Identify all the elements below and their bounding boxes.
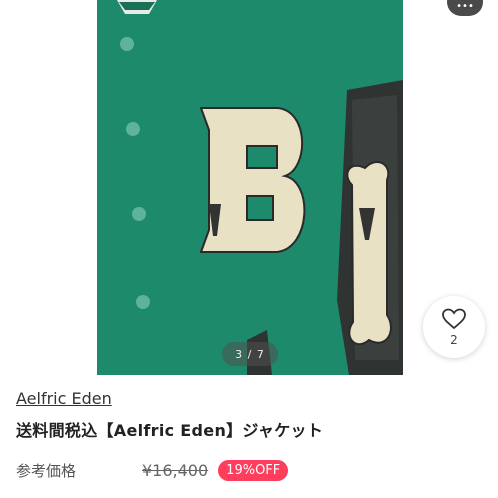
more-icon: ••• <box>456 1 474 12</box>
heart-icon <box>442 308 466 330</box>
product-image-gallery[interactable]: ••• 3 / 7 2 <box>0 0 498 378</box>
favorite-count: 2 <box>450 333 458 347</box>
discount-badge: 19%OFF <box>218 459 289 481</box>
brand-link[interactable]: Aelfric Eden <box>16 389 112 408</box>
price-row: 参考価格 ¥16,400 19%OFF <box>16 457 289 483</box>
jacket-illustration <box>97 0 403 375</box>
gallery-corner-button[interactable]: ••• <box>447 0 483 16</box>
favorite-button[interactable]: 2 <box>423 296 485 358</box>
product-title: 送料間税込【Aelfric Eden】ジャケット <box>16 421 324 440</box>
product-photo[interactable] <box>97 0 403 375</box>
price-label: 参考価格 <box>16 461 77 480</box>
original-price: ¥16,400 <box>142 460 209 480</box>
image-counter: 3 / 7 <box>222 342 278 366</box>
